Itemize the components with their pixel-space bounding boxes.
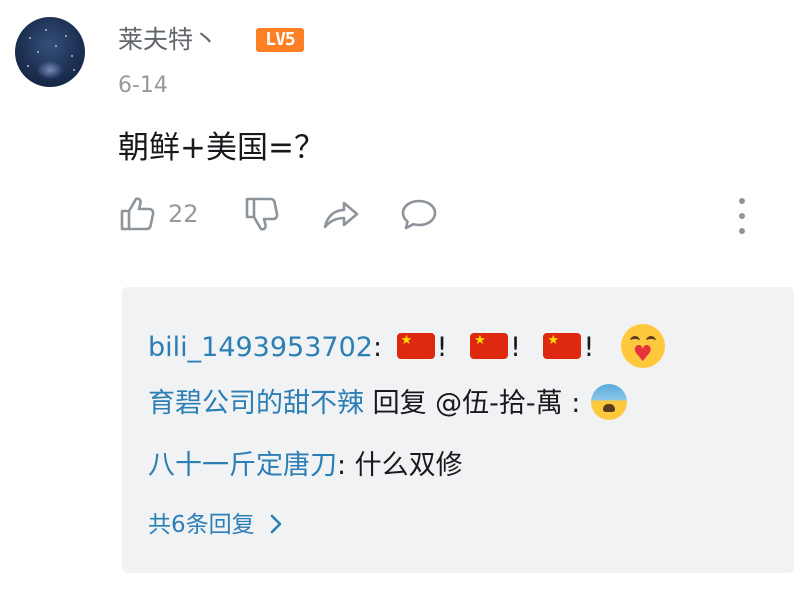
like-button[interactable] — [118, 194, 156, 234]
reply-username[interactable]: bili_1493953702 — [148, 332, 373, 363]
avatar-glow — [37, 61, 63, 79]
level-badge: LV5 — [256, 28, 304, 52]
thumbs-up-icon — [120, 197, 155, 231]
comment-username[interactable]: 莱夫特丶 — [118, 22, 218, 58]
share-button[interactable] — [322, 194, 360, 234]
chevron-right-icon — [270, 514, 281, 534]
china-flag-icon — [543, 333, 582, 359]
like-count: 22 — [168, 200, 199, 228]
reply-text: ! — [510, 332, 521, 363]
reply-item[interactable]: bili_1493953702: ! ! ! ♥ — [148, 324, 665, 368]
more-vertical-icon[interactable] — [732, 198, 752, 234]
reply-button[interactable] — [400, 194, 438, 234]
reply-text: ! — [583, 332, 595, 363]
thumbs-down-icon — [245, 197, 279, 231]
reply-text: : 什么双修 — [337, 450, 463, 481]
comment-text: 朝鲜+美国=？ — [118, 130, 325, 166]
more-replies-label: 共6条回复 — [148, 512, 255, 538]
comment-date: 6-14 — [118, 73, 168, 98]
reply-username[interactable]: 八十一斤定唐刀 — [148, 450, 337, 481]
reply-text: ! — [436, 332, 448, 363]
china-flag-icon — [470, 333, 509, 359]
reply-username[interactable]: 育碧公司的甜不辣 — [148, 388, 364, 419]
avatar[interactable] — [15, 17, 85, 87]
reply-item[interactable]: 育碧公司的甜不辣 回复 @伍-拾-萬 : — [148, 384, 627, 424]
reply-item[interactable]: 八十一斤定唐刀: 什么双修 — [148, 446, 463, 486]
more-replies-link[interactable]: 共6条回复 — [148, 508, 283, 542]
china-flag-icon — [396, 333, 435, 359]
reply-text: 回复 @伍-拾-萬 : — [364, 388, 581, 419]
heart-hug-emoji-icon: ♥ — [620, 324, 665, 368]
comment-icon — [401, 199, 437, 230]
share-icon — [323, 201, 359, 229]
fearful-sweat-emoji-icon — [590, 384, 627, 420]
dislike-button[interactable] — [244, 194, 280, 234]
reply-separator: : — [372, 332, 383, 363]
